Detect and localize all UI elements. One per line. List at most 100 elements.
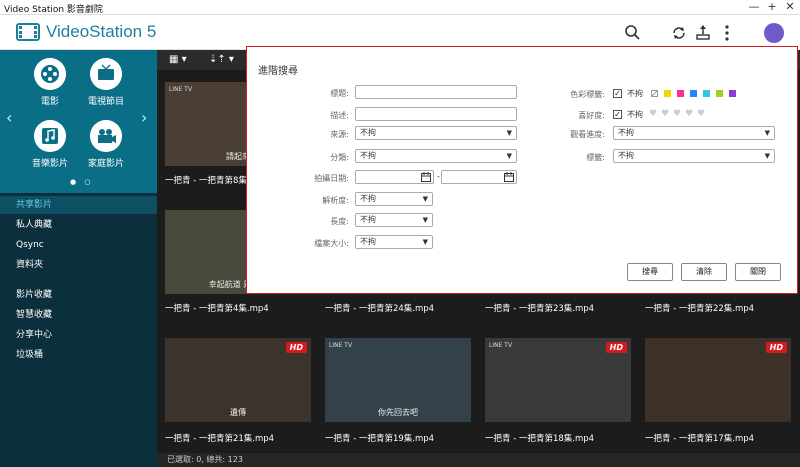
search-icon[interactable] [622, 22, 644, 44]
next-arrow-icon[interactable]: › [141, 108, 147, 127]
category-label: 音樂影片 [31, 159, 68, 169]
heart-icon[interactable]: ♥ [697, 109, 705, 119]
video-caption[interactable]: 一把青 - 一把青第17集.mp4 [645, 432, 795, 444]
color-swatch-none[interactable] [651, 90, 658, 97]
video-caption[interactable]: 一把青 - 一把青第19集.mp4 [325, 432, 475, 444]
category-home-video[interactable]: 家庭影片 [76, 120, 136, 175]
video-caption[interactable]: 一把青 - 一把青第18集.mp4 [485, 432, 635, 444]
video-thumbnail[interactable]: HD [645, 338, 791, 422]
upload-icon[interactable] [692, 22, 714, 44]
maximize-button[interactable]: + [764, 0, 780, 15]
resolution-select[interactable]: 不拘 ▼ [355, 192, 433, 206]
nav-private-collection[interactable]: 私人典藏 [0, 216, 157, 234]
calendar-icon[interactable] [504, 172, 514, 182]
shoot-date-label: 拍攝日期: [314, 174, 349, 183]
page-dots[interactable]: ● ○ [70, 178, 93, 186]
color-any-checkbox[interactable]: ✓ [613, 89, 622, 98]
nav-shared-videos[interactable]: 共享影片 [0, 196, 157, 214]
category-movies[interactable]: 電影 [20, 58, 80, 113]
advanced-search-dialog: 進階搜尋 標題: 描述: 來源: 不拘 ▼ 分類: 不拘 ▼ 拍攝日期: - 解析度… [246, 46, 798, 294]
watch-progress-label: 觀看進度: [570, 130, 605, 139]
hd-badge: HD [605, 342, 627, 353]
nav-video-collections[interactable]: 影片收藏 [0, 286, 157, 304]
minimize-button[interactable]: — [746, 0, 762, 15]
duration-select[interactable]: 不拘 ▼ [355, 213, 433, 227]
duration-value: 不拘 [360, 215, 376, 224]
tag-label: 標籤: [586, 153, 605, 162]
category-music-video[interactable]: 音樂影片 [20, 120, 80, 175]
description-input[interactable] [355, 107, 517, 121]
video-caption[interactable]: 一把青 - 一把青第24集.mp4 [325, 302, 475, 314]
nav-share-center[interactable]: 分享中心 [0, 326, 157, 344]
sort-button[interactable]: ⇣⇡ ▾ [209, 53, 234, 67]
rating-any-text: 不拘 [627, 110, 643, 119]
sidebar: ‹ › 電影 電視節目 音樂影片 家庭影片 ● ○ 共享影片 私人典藏 Qsyn… [0, 50, 157, 467]
source-select[interactable]: 不拘 ▼ [355, 126, 517, 140]
heart-icon[interactable]: ♥ [649, 109, 657, 119]
category-label: 電影 [40, 97, 59, 107]
date-to-input[interactable] [441, 170, 517, 184]
chevron-down-icon: ▼ [422, 216, 428, 224]
category-panel: ‹ › 電影 電視節目 音樂影片 家庭影片 ● ○ [0, 50, 157, 193]
view-mode-button[interactable]: ▦ ▾ [169, 53, 187, 67]
thumbnail-subtitle: 你先回去吧 [378, 408, 418, 417]
nav-folders[interactable]: 資料夾 [0, 256, 157, 274]
tag-select[interactable]: 不拘 ▼ [613, 149, 775, 163]
category-tv[interactable]: 電視節目 [76, 58, 136, 113]
color-swatch-cyan[interactable] [703, 90, 710, 97]
channel-watermark: LINE TV [169, 86, 193, 93]
title-input[interactable] [355, 85, 517, 99]
nav-trash[interactable]: 垃圾桶 [0, 346, 157, 364]
search-button[interactable]: 搜尋 [627, 263, 673, 281]
music-note-icon [34, 120, 66, 152]
rating-any-checkbox[interactable]: ✓ [613, 110, 622, 119]
tag-value: 不拘 [618, 151, 634, 160]
chevron-down-icon: ▼ [764, 129, 770, 137]
refresh-icon[interactable] [668, 22, 690, 44]
color-swatch-pink[interactable] [677, 90, 684, 97]
nav-smart-collections[interactable]: 智慧收藏 [0, 306, 157, 324]
heart-icon[interactable]: ♥ [673, 109, 681, 119]
watch-progress-value: 不拘 [618, 128, 634, 137]
user-avatar[interactable] [764, 23, 784, 43]
color-swatch-blue[interactable] [690, 90, 697, 97]
close-window-button[interactable]: ✕ [782, 0, 798, 15]
video-thumbnail[interactable]: LINE TV HD [485, 338, 631, 422]
channel-watermark: LINE TV [329, 342, 353, 349]
color-label-label: 色彩標籤: [570, 90, 605, 99]
tv-icon [90, 58, 122, 90]
color-swatch-yellow[interactable] [664, 90, 671, 97]
chevron-down-icon: ▼ [506, 152, 512, 160]
nav-qsync[interactable]: Qsync [0, 236, 157, 254]
category-label: 電視節目 [87, 97, 124, 107]
file-size-select[interactable]: 不拘 ▼ [355, 235, 433, 249]
dialog-title: 進階搜尋 [258, 66, 298, 77]
color-swatch-purple[interactable] [729, 90, 736, 97]
video-caption[interactable]: 一把青 - 一把青第4集.mp4 [165, 302, 315, 314]
category-label: 分類: [330, 153, 349, 162]
source-label: 來源: [330, 130, 349, 139]
video-thumbnail[interactable]: LINE TV 你先回去吧 [325, 338, 471, 422]
close-dialog-button[interactable]: 關閉 [735, 263, 781, 281]
chevron-down-icon: ▼ [764, 152, 770, 160]
heart-icon[interactable]: ♥ [661, 109, 669, 119]
color-any-text: 不拘 [627, 89, 643, 98]
color-swatch-green[interactable] [716, 90, 723, 97]
heart-icon[interactable]: ♥ [685, 109, 693, 119]
video-caption[interactable]: 一把青 - 一把青第21集.mp4 [165, 432, 315, 444]
video-thumbnail[interactable]: HD 遺傳 [165, 338, 311, 422]
more-options-icon[interactable] [716, 22, 738, 44]
app-header: VideoStation 5 [0, 15, 800, 50]
video-caption[interactable]: 一把青 - 一把青第22集.mp4 [645, 302, 795, 314]
chevron-down-icon: ▼ [422, 238, 428, 246]
calendar-icon[interactable] [421, 172, 431, 182]
prev-arrow-icon[interactable]: ‹ [6, 108, 12, 127]
date-from-input[interactable] [355, 170, 434, 184]
clear-button[interactable]: 清除 [681, 263, 727, 281]
title-label: 標題: [330, 89, 349, 98]
video-caption[interactable]: 一把青 - 一把青第23集.mp4 [485, 302, 635, 314]
category-select[interactable]: 不拘 ▼ [355, 149, 517, 163]
app-brand: VideoStation 5 [46, 22, 157, 41]
watch-progress-select[interactable]: 不拘 ▼ [613, 126, 775, 140]
selection-status: 已選取: 0, 總共: 123 [157, 453, 800, 467]
